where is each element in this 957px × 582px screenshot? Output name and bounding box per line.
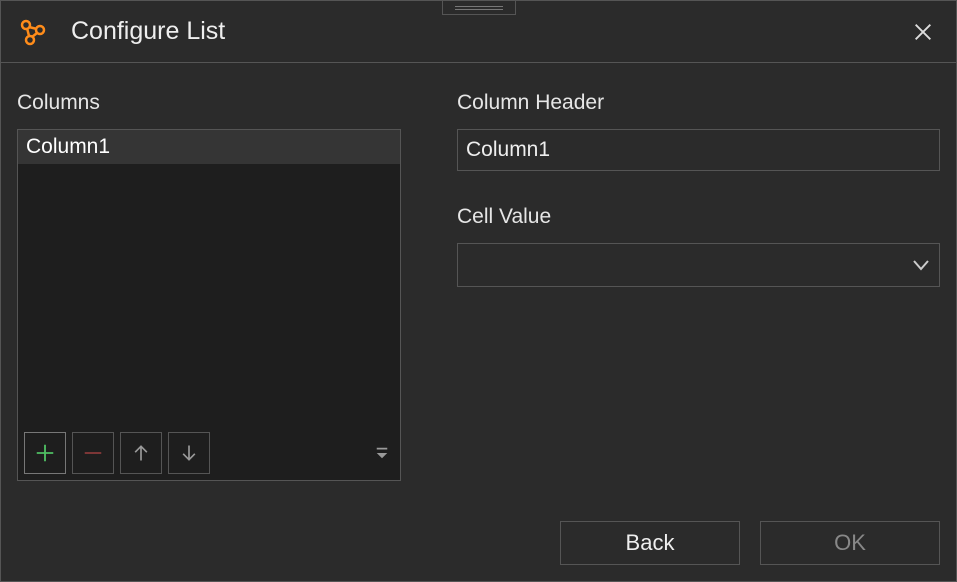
close-icon [912, 21, 934, 43]
columns-panel: Columns Column1 [17, 91, 401, 565]
add-button[interactable] [24, 432, 66, 474]
ok-button[interactable]: OK [760, 521, 940, 565]
plus-icon [34, 442, 56, 464]
details-panel: Column Header Cell Value [457, 91, 940, 565]
app-icon [19, 18, 47, 46]
ok-button-label: OK [834, 530, 866, 556]
columns-label: Columns [17, 91, 401, 115]
overflow-button[interactable] [370, 432, 394, 474]
list-item[interactable]: Column1 [18, 130, 400, 164]
overflow-icon [375, 446, 389, 460]
column-header-label: Column Header [457, 91, 940, 115]
close-button[interactable] [908, 17, 938, 47]
dialog-footer: Back OK [560, 521, 940, 565]
dialog-body: Columns Column1 [1, 63, 956, 581]
dialog-title: Configure List [71, 17, 225, 46]
columns-list-items: Column1 [18, 130, 400, 426]
cell-value-label: Cell Value [457, 205, 940, 229]
move-up-button[interactable] [120, 432, 162, 474]
columns-list[interactable]: Column1 [17, 129, 401, 481]
dialog-window: Configure List Columns Column1 [0, 0, 957, 582]
arrow-down-icon [179, 443, 199, 463]
minus-icon [82, 442, 104, 464]
list-item-label: Column1 [26, 135, 110, 159]
chevron-down-icon [911, 255, 931, 275]
back-button[interactable]: Back [560, 521, 740, 565]
column-header-input[interactable] [457, 129, 940, 171]
back-button-label: Back [626, 530, 675, 556]
columns-toolbar [18, 426, 400, 480]
drag-handle[interactable] [442, 1, 516, 15]
cell-value-combo[interactable] [457, 243, 940, 287]
arrow-up-icon [131, 443, 151, 463]
remove-button[interactable] [72, 432, 114, 474]
move-down-button[interactable] [168, 432, 210, 474]
